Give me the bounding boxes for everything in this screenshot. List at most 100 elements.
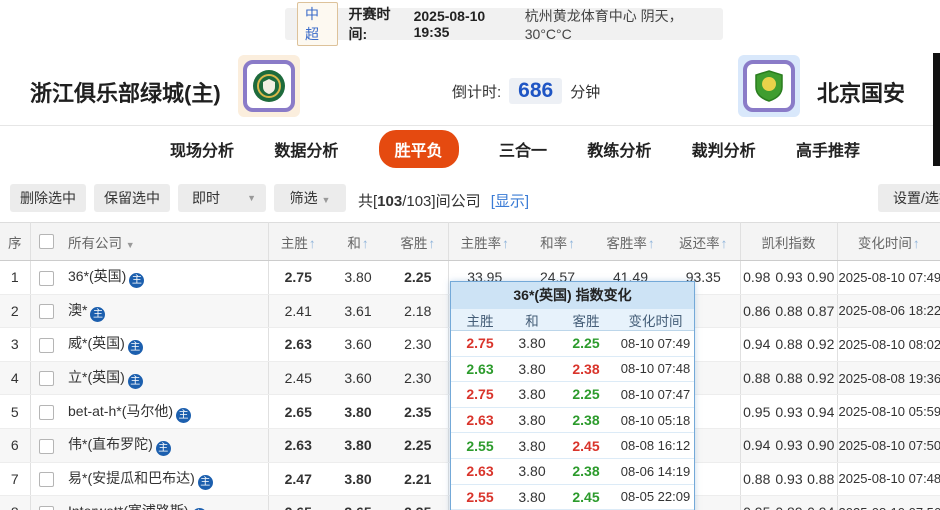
nav-tab[interactable]: 现场分析 [170, 137, 234, 161]
select-all-checkbox[interactable] [38, 234, 54, 250]
header-draw-label: 和 [347, 235, 361, 251]
row-checkbox[interactable] [38, 505, 54, 510]
company-name: 36*(英国) [68, 268, 127, 285]
show-link[interactable]: [显示] [491, 193, 529, 210]
change-time-cell: 2025-08-10 07:56 [837, 495, 940, 510]
header-company[interactable]: 所有公司 ▼ [62, 222, 269, 261]
popup-odds-away: 2.25 [572, 335, 600, 352]
row-checkbox[interactable] [38, 270, 54, 286]
popup-history-row: 2.75 3.80 2.25 08-10 07:49 [451, 331, 694, 357]
header-home-odds[interactable]: 主胜↑ [268, 222, 328, 261]
change-time-cell: 2025-08-10 07:49 [837, 260, 940, 295]
popup-change-time: 08-06 14:19 [620, 463, 691, 479]
header-kelly: 凯利指数 [740, 222, 838, 261]
odds-away-cell: 2.35 [388, 394, 449, 429]
live-dropdown[interactable]: 即时 ▼ [178, 184, 266, 212]
kelly-draw-cell: 0.93 [773, 462, 805, 497]
header-return-rate[interactable]: 返还率↑ [667, 222, 741, 261]
nav-tab[interactable]: 裁判分析 [692, 137, 756, 161]
popup-odds-home: 2.75 [466, 335, 494, 352]
popup-history-row: 2.55 3.80 2.45 08-05 22:09 [451, 485, 694, 510]
odds-draw-cell: 3.80 [328, 462, 388, 497]
header-home-rate-label: 主胜率 [460, 235, 502, 251]
popup-odds-draw: 3.80 [518, 360, 546, 377]
odds-draw-cell: 3.80 [328, 260, 388, 295]
company-name: 立*(英国) [68, 369, 125, 386]
kelly-away-cell: 0.87 [805, 294, 838, 329]
odds-home-cell: 2.47 [268, 462, 328, 497]
popup-change-time: 08-05 22:09 [620, 489, 691, 505]
nav-tab[interactable]: 胜平负 [378, 130, 459, 168]
header-draw-odds[interactable]: 和↑ [328, 222, 388, 261]
keep-selected-button[interactable]: 保留选中 [94, 184, 170, 212]
row-checkbox[interactable] [38, 337, 54, 353]
kelly-home-cell: 0.95 [740, 394, 773, 429]
odds-home-cell: 2.65 [268, 394, 328, 429]
header-change-time[interactable]: 变化时间↑ [837, 222, 940, 261]
popup-odds-away: 2.45 [572, 437, 600, 454]
row-seq: 5 [0, 394, 31, 429]
chevron-down-icon: ▼ [125, 239, 135, 250]
home-team-name: 浙江俱乐部绿城(主) [30, 81, 221, 106]
kickoff-label: 开赛时间: [348, 6, 391, 42]
change-time-cell: 2025-08-08 19:36 [837, 361, 940, 396]
row-checkbox[interactable] [38, 438, 54, 454]
league-badge[interactable]: 中超 [297, 2, 339, 46]
header-away-odds[interactable]: 客胜↑ [388, 222, 449, 261]
kelly-draw-cell: 0.88 [773, 294, 805, 329]
company-cell[interactable]: 立*(英国) 主 [62, 361, 269, 396]
nav-tab[interactable]: 教练分析 [587, 137, 651, 161]
analysis-nav: 现场分析 数据分析 胜平负 三合一 教练分析 裁判分析 高手推荐 [170, 129, 860, 169]
table-toolbar: 删除选中 保留选中 即时 ▼ 筛选 ▼ 共[103/103]间公司 [显示] 设… [0, 170, 940, 222]
company-cell[interactable]: 威*(英国) 主 [62, 327, 269, 362]
row-checkbox-cell [30, 495, 62, 510]
header-away-rate[interactable]: 客胜率↑ [594, 222, 667, 261]
row-checkbox-cell [30, 462, 62, 497]
odds-home-cell: 2.63 [268, 327, 328, 362]
odds-away-cell: 2.18 [388, 294, 449, 329]
header-home-rate[interactable]: 主胜率↑ [448, 222, 521, 261]
company-cell[interactable]: bet-at-h*(马尔他) 主 [62, 394, 269, 429]
popup-header-home: 主胜 [466, 313, 494, 329]
company-cell[interactable]: 易*(安提瓜和巴布达) 主 [62, 462, 269, 497]
company-cell[interactable]: 伟*(直布罗陀) 主 [62, 428, 269, 463]
popup-odds-home: 2.63 [466, 360, 494, 377]
table-header-row: 序 所有公司 ▼ 主胜↑ 和↑ 客胜↑ 主胜率↑ 和率↑ 客胜率↑ 返还率↑ 凯… [0, 222, 940, 261]
count-prefix: 共[ [358, 193, 378, 210]
delete-selected-button[interactable]: 删除选中 [10, 184, 86, 212]
row-seq: 7 [0, 462, 31, 497]
popup-history-row: 2.75 3.80 2.25 08-10 07:47 [451, 382, 694, 408]
select-all-checkbox-cell [30, 222, 62, 261]
kelly-home-cell: 0.88 [740, 462, 773, 497]
header-draw-rate[interactable]: 和率↑ [521, 222, 594, 261]
nav-tab[interactable]: 高手推荐 [796, 137, 860, 161]
settings-button[interactable]: 设置/选择 [878, 184, 940, 212]
company-cell[interactable]: 36*(英国) 主 [62, 260, 269, 295]
company-cell[interactable]: 澳* 主 [62, 294, 269, 329]
header-divider [0, 125, 940, 126]
odds-home-cell: 2.45 [268, 361, 328, 396]
nav-tab[interactable]: 三合一 [499, 137, 547, 161]
kelly-home-cell: 0.88 [740, 361, 773, 396]
company-name: 易*(安提瓜和巴布达) [68, 469, 195, 486]
away-logo-frame [743, 60, 795, 112]
row-checkbox[interactable] [38, 304, 54, 320]
kickoff-time: 2025-08-10 19:35 [413, 8, 486, 40]
odds-away-cell: 2.25 [388, 428, 449, 463]
countdown-value: 686 [509, 78, 563, 104]
company-cell[interactable]: Interwet*(塞浦路斯)主 [62, 495, 269, 510]
countdown: 倒计时: 686 分钟 [452, 78, 600, 104]
away-team-logo [738, 55, 800, 117]
popup-header-draw: 和 [525, 313, 539, 329]
main-badge-icon: 主 [197, 474, 213, 490]
row-checkbox[interactable] [38, 472, 54, 488]
row-checkbox[interactable] [38, 405, 54, 421]
filter-dropdown[interactable]: 筛选 ▼ [274, 184, 346, 212]
row-checkbox-cell [30, 428, 62, 463]
header-company-label: 所有公司 [68, 235, 122, 251]
row-checkbox[interactable] [38, 371, 54, 387]
kelly-home-cell: 0.98 [740, 260, 773, 295]
odds-draw-cell: 3.80 [328, 428, 388, 463]
nav-tab[interactable]: 数据分析 [274, 137, 338, 161]
company-name: Interwet*(塞浦路斯) [68, 503, 189, 510]
